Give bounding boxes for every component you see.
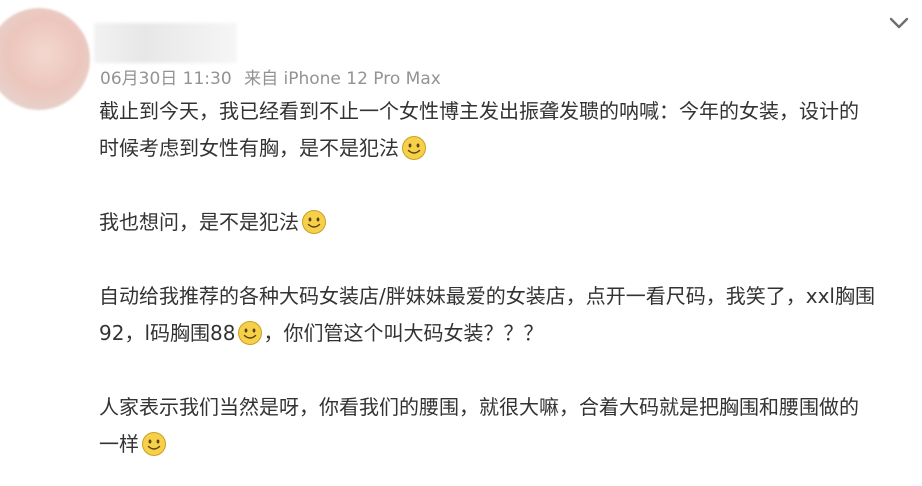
smile-emoji-icon — [402, 136, 426, 160]
text-line: 自动给我推荐的各种大码女装店/胖妹妹最爱的女装店，点开一看尺码，我笑了，xxl胸… — [99, 284, 875, 308]
paragraph-2: 我也想问，是不是犯法 — [99, 204, 909, 241]
smile-emoji-icon — [238, 321, 263, 345]
paragraph-1: 截止到今天，我已经看到不止一个女性博主发出振聋发聩的呐喊：今年的女装，设计的 时… — [99, 93, 909, 167]
paragraph-4: 人家表示我们当然是呀，你看我们的腰围，就很大嘛，合着大码就是把胸围和腰围做的 一… — [99, 389, 909, 463]
post-source: 来自 iPhone 12 Pro Max — [244, 69, 441, 89]
text-line: 92，l码胸围88 — [99, 321, 236, 345]
chevron-down-icon[interactable] — [884, 10, 914, 36]
post-date: 06月30日 11:30 — [100, 69, 232, 89]
text-line: 人家表示我们当然是呀，你看我们的腰围，就很大嘛，合着大码就是把胸围和腰围做的 — [99, 395, 859, 419]
smile-emoji-icon — [302, 210, 326, 234]
text-line: 我也想问，是不是犯法 — [99, 210, 299, 234]
text-line: ，你们管这个叫大码女装？？？ — [263, 321, 544, 345]
smile-emoji-icon — [142, 432, 166, 456]
text-line: 时候考虑到女性有胸，是不是犯法 — [99, 136, 399, 160]
paragraph-3: 自动给我推荐的各种大码女装店/胖妹妹最爱的女装店，点开一看尺码，我笑了，xxl胸… — [99, 278, 909, 352]
weibo-post: 06月30日 11:30 来自 iPhone 12 Pro Max 截止到今天，… — [0, 0, 922, 486]
post-content: 截止到今天，我已经看到不止一个女性博主发出振聋发聩的呐喊：今年的女装，设计的 时… — [99, 93, 909, 463]
username-redacted — [94, 23, 237, 63]
text-line: 截止到今天，我已经看到不止一个女性博主发出振聋发聩的呐喊：今年的女装，设计的 — [99, 99, 859, 123]
post-meta: 06月30日 11:30 来自 iPhone 12 Pro Max — [100, 68, 441, 90]
avatar[interactable] — [0, 8, 90, 110]
text-line: 一样 — [99, 432, 139, 456]
